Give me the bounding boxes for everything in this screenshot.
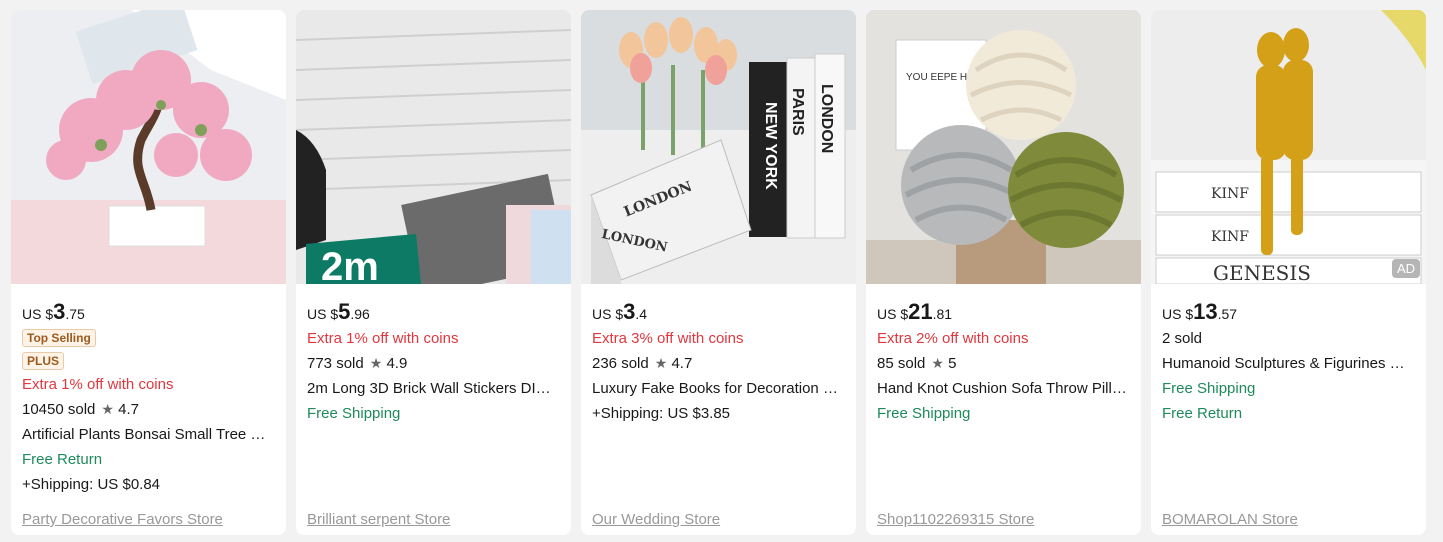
price-decimal: .57 <box>1217 306 1238 322</box>
length-label: 2m <box>321 245 379 284</box>
free-return: Free Return <box>1162 405 1243 422</box>
product-card[interactable]: US $3.75 Top Selling PLUS Extra 1% off w… <box>11 10 286 535</box>
top-selling-badge: Top Selling <box>22 329 96 347</box>
price-decimal: .4 <box>635 306 648 322</box>
product-card[interactable]: YOU EEPE HE MIS SUNSET YOU US $21.81 Ext… <box>866 10 1141 535</box>
price-currency: US $ <box>22 306 54 322</box>
price-currency: US $ <box>877 306 909 322</box>
sales-rating: 10450 sold ★ 4.7 <box>22 397 275 422</box>
knot-cushion-image: YOU EEPE HE MIS SUNSET YOU <box>866 10 1141 284</box>
store-link[interactable]: Shop1102269315 Store <box>877 511 1034 528</box>
product-info: US $13.57 2 sold Humanoid Sculptures & F… <box>1151 284 1426 535</box>
coins-promo: Extra 1% off with coins <box>307 330 459 347</box>
sold-count: 85 sold <box>877 355 926 372</box>
product-image[interactable]: LONDON LONDON NEW YORK PARIS LONDON <box>581 10 856 284</box>
shipping-cost: +Shipping: US $0.84 <box>22 476 161 493</box>
sales-rating: 85 sold ★ 5 <box>877 351 1130 376</box>
product-image[interactable] <box>11 10 286 284</box>
price-integer: 21 <box>908 299 933 324</box>
price: US $21.81 <box>877 298 1130 326</box>
store-link[interactable]: Brilliant serpent Store <box>307 511 450 528</box>
spine-paris: PARIS <box>789 88 806 136</box>
coins-promo: Extra 2% off with coins <box>877 330 1029 347</box>
product-title[interactable]: Hand Knot Cushion Sofa Throw Pillow Ball <box>877 376 1130 401</box>
product-info: US $3.75 Top Selling PLUS Extra 1% off w… <box>11 284 286 535</box>
sales-rating: 236 sold ★ 4.7 <box>592 351 845 376</box>
price: US $3.75 <box>22 298 275 326</box>
star-icon: ★ <box>654 355 668 371</box>
price: US $13.57 <box>1162 298 1415 326</box>
product-title[interactable]: Humanoid Sculptures & Figurines Gold Cou… <box>1162 351 1415 376</box>
book3-text: GENESIS <box>1213 261 1311 284</box>
shipping-cost: +Shipping: US $3.85 <box>592 405 731 422</box>
free-shipping: Free Shipping <box>1162 380 1256 397</box>
product-title[interactable]: 2m Long 3D Brick Wall Stickers DIY Self-… <box>307 376 560 401</box>
spine-newyork: NEW YORK <box>762 102 779 190</box>
rating-value: 4.7 <box>671 355 693 372</box>
book2-text: KINF <box>1211 229 1249 245</box>
product-title[interactable]: Artificial Plants Bonsai Small Tree Pot … <box>22 422 275 447</box>
price-integer: 3 <box>623 299 636 324</box>
plus-badge: PLUS <box>22 352 65 370</box>
product-image[interactable]: 2m <box>296 10 571 284</box>
coins-promo: Extra 3% off with coins <box>592 330 744 347</box>
product-card[interactable]: LONDON LONDON NEW YORK PARIS LONDON US $… <box>581 10 856 535</box>
product-grid: US $3.75 Top Selling PLUS Extra 1% off w… <box>0 0 1443 535</box>
price-decimal: .75 <box>65 306 85 322</box>
free-return: Free Return <box>22 451 103 468</box>
price-integer: 13 <box>1193 299 1218 324</box>
ad-badge: AD <box>1391 259 1420 278</box>
rating-value: 4.7 <box>118 401 139 418</box>
product-info: US $3.4 Extra 3% off with coins 236 sold… <box>581 284 856 535</box>
price: US $5.96 <box>307 298 560 326</box>
spine-london: LONDON <box>818 84 835 153</box>
price-decimal: .81 <box>932 306 953 322</box>
free-shipping: Free Shipping <box>877 405 971 422</box>
sold-count: 2 sold <box>1162 330 1203 347</box>
sold-count: 10450 sold <box>22 401 96 418</box>
price-currency: US $ <box>592 306 624 322</box>
book1-text: KINF <box>1211 186 1249 202</box>
rating-value: 5 <box>948 355 957 372</box>
product-title[interactable]: Luxury Fake Books for Decoration Storage… <box>592 376 845 401</box>
free-shipping: Free Shipping <box>307 405 401 422</box>
product-card[interactable]: KINF KINF GENESIS AD US $13.57 2 sold Hu… <box>1151 10 1426 535</box>
price-integer: 3 <box>53 299 66 324</box>
rating-value: 4.9 <box>386 355 408 372</box>
star-icon: ★ <box>931 355 944 371</box>
store-link[interactable]: BOMAROLAN Store <box>1162 511 1298 528</box>
price-integer: 5 <box>338 299 351 324</box>
sales-rating: 773 sold ★ 4.9 <box>307 351 560 376</box>
product-image[interactable]: YOU EEPE HE MIS SUNSET YOU <box>866 10 1141 284</box>
price-currency: US $ <box>307 306 339 322</box>
product-card[interactable]: 2m US $5.96 Extra 1% off with coins 773 … <box>296 10 571 535</box>
sold-count: 236 sold <box>592 355 649 372</box>
store-link[interactable]: Party Decorative Favors Store <box>22 511 223 528</box>
price-decimal: .96 <box>350 306 370 322</box>
bonsai-image <box>11 10 286 284</box>
brick-wall-image: 2m <box>296 10 571 284</box>
star-icon: ★ <box>369 355 383 371</box>
product-info: US $5.96 Extra 1% off with coins 773 sol… <box>296 284 571 535</box>
price-currency: US $ <box>1162 306 1194 322</box>
fake-books-image: LONDON LONDON NEW YORK PARIS LONDON <box>581 10 856 284</box>
gold-sculpture-image: KINF KINF GENESIS <box>1151 10 1426 284</box>
price: US $3.4 <box>592 298 845 326</box>
sold-count: 773 sold <box>307 355 364 372</box>
product-image[interactable]: KINF KINF GENESIS AD <box>1151 10 1426 284</box>
product-info: US $21.81 Extra 2% off with coins 85 sol… <box>866 284 1141 535</box>
store-link[interactable]: Our Wedding Store <box>592 511 720 528</box>
star-icon: ★ <box>101 401 114 417</box>
coins-promo: Extra 1% off with coins <box>22 376 174 393</box>
